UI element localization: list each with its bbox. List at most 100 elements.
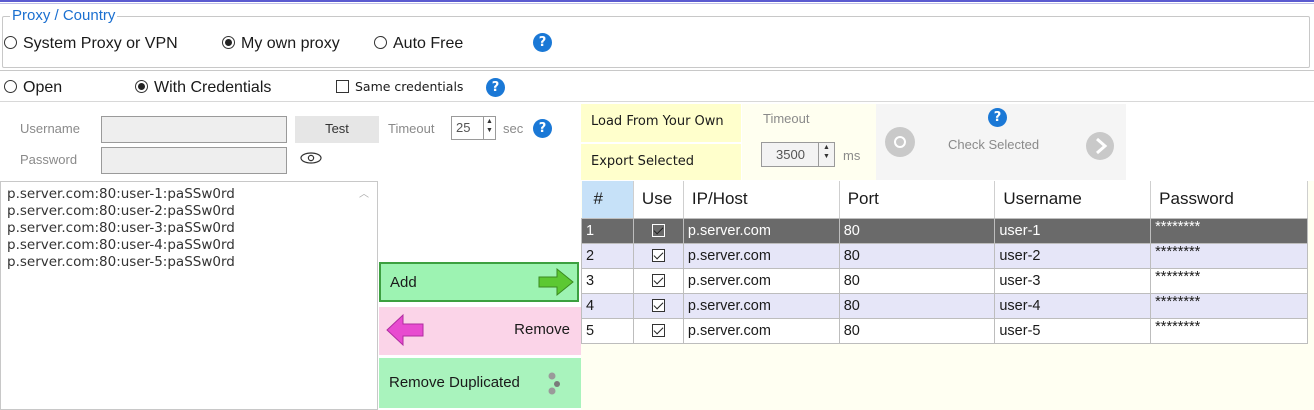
radio-open-label: Open	[23, 79, 63, 96]
use-checkbox[interactable]	[632, 242, 684, 269]
radio-my-own-proxy[interactable]: My own proxy	[222, 35, 340, 53]
proxy-list-textarea[interactable]: p.server.com:80:user-1:paSSw0rd p.server…	[0, 181, 378, 410]
help-icon[interactable]: ?	[533, 119, 552, 138]
spinner-arrows-icon[interactable]: ▲ ▼	[818, 143, 834, 166]
power-icon[interactable]	[885, 127, 915, 157]
column-header-password[interactable]: Password	[1150, 181, 1308, 219]
help-icon[interactable]: ?	[533, 33, 552, 52]
help-icon[interactable]: ?	[486, 78, 505, 97]
password-cell[interactable]: ********	[1150, 317, 1308, 344]
port-cell[interactable]: 80	[838, 317, 996, 344]
radio-auto-free[interactable]: Auto Free	[374, 35, 463, 53]
username-input[interactable]	[101, 116, 287, 143]
arrow-left-icon	[386, 313, 424, 347]
port-cell[interactable]: 80	[838, 267, 996, 294]
username-cell[interactable]: user-1	[994, 217, 1152, 244]
remove-button[interactable]: Remove	[379, 307, 581, 355]
radio-system-proxy[interactable]: System Proxy or VPN	[4, 35, 178, 53]
row-number: 5	[581, 317, 634, 344]
radio-auto-free-indicator[interactable]	[374, 36, 387, 49]
username-cell[interactable]: user-4	[994, 292, 1152, 319]
timeout-label: Timeout	[388, 121, 435, 136]
same-credentials-box[interactable]	[336, 80, 349, 93]
table-row[interactable]: 3 p.server.com 80 user-3 ********	[581, 267, 1308, 294]
help-icon[interactable]: ?	[988, 108, 1007, 127]
host-cell[interactable]: p.server.com	[682, 317, 840, 344]
port-cell[interactable]: 80	[838, 292, 996, 319]
proxy-list-line: p.server.com:80:user-5:paSSw0rd	[7, 254, 235, 270]
password-cell[interactable]: ********	[1150, 242, 1308, 269]
proxy-list-line: p.server.com:80:user-2:paSSw0rd	[7, 203, 235, 219]
export-label: Export Selected	[591, 154, 695, 169]
check-timeout-label: Timeout	[763, 111, 810, 126]
username-cell[interactable]: user-3	[994, 267, 1152, 294]
column-header-host[interactable]: IP/Host	[683, 181, 840, 219]
radio-my-own-proxy-label: My own proxy	[241, 35, 340, 52]
column-header-username[interactable]: Username	[994, 181, 1152, 219]
host-cell[interactable]: p.server.com	[682, 217, 840, 244]
column-header-use[interactable]: Use	[633, 181, 684, 219]
radio-system-proxy-indicator[interactable]	[4, 36, 17, 49]
arrow-right-icon	[538, 267, 574, 297]
password-cell[interactable]: ********	[1150, 217, 1308, 244]
radio-open[interactable]: Open	[4, 79, 62, 97]
check-timeout-value: 3500	[776, 147, 805, 162]
timeout-unit: sec	[503, 121, 524, 136]
use-checkbox[interactable]	[632, 267, 684, 294]
row-number: 4	[581, 292, 634, 319]
spinner-arrows-icon[interactable]: ▲ ▼	[483, 117, 495, 139]
load-from-own-button[interactable]: Load From Your Own	[581, 104, 741, 142]
column-header-number[interactable]: #	[581, 181, 634, 219]
remove-duplicated-button[interactable]: Remove Duplicated	[379, 358, 581, 408]
scroll-up-icon[interactable]: ︿	[359, 186, 369, 203]
radio-my-own-proxy-indicator[interactable]	[222, 36, 235, 49]
radio-with-credentials[interactable]: With Credentials	[135, 79, 271, 97]
timeout-value: 25	[456, 120, 471, 135]
host-cell[interactable]: p.server.com	[682, 292, 840, 319]
use-checkbox[interactable]	[632, 317, 684, 344]
divider	[0, 70, 1314, 71]
username-label: Username	[20, 121, 80, 136]
test-button[interactable]: Test	[295, 116, 379, 143]
row-number: 3	[581, 267, 634, 294]
password-cell[interactable]: ********	[1150, 267, 1308, 294]
radio-with-credentials-label: With Credentials	[154, 79, 272, 96]
remove-duplicated-label: Remove Duplicated	[389, 374, 520, 391]
port-cell[interactable]: 80	[838, 242, 996, 269]
add-label: Add	[390, 274, 417, 291]
column-header-port[interactable]: Port	[839, 181, 996, 219]
username-cell[interactable]: user-5	[994, 317, 1152, 344]
username-cell[interactable]: user-2	[994, 242, 1152, 269]
port-cell[interactable]: 80	[838, 217, 996, 244]
table-row[interactable]: 2 p.server.com 80 user-2 ********	[581, 242, 1308, 269]
eye-icon[interactable]	[299, 151, 323, 169]
row-number: 2	[581, 242, 634, 269]
host-cell[interactable]: p.server.com	[682, 267, 840, 294]
same-credentials-checkbox[interactable]: Same credentials	[336, 79, 463, 94]
same-credentials-label: Same credentials	[355, 79, 464, 94]
add-button[interactable]: Add	[379, 262, 579, 302]
load-label: Load From Your Own	[591, 114, 724, 129]
host-cell[interactable]: p.server.com	[682, 242, 840, 269]
table-row[interactable]: 4 p.server.com 80 user-4 ********	[581, 292, 1308, 319]
table-row[interactable]: 1 p.server.com 80 user-1 ********	[581, 217, 1308, 244]
radio-open-indicator[interactable]	[4, 80, 17, 93]
top-border-line	[0, 0, 1314, 4]
play-icon[interactable]	[1085, 131, 1115, 165]
divider	[0, 101, 1314, 102]
password-cell[interactable]: ********	[1150, 292, 1308, 319]
radio-auto-free-label: Auto Free	[393, 35, 464, 52]
proxy-list-line: p.server.com:80:user-1:paSSw0rd	[7, 186, 235, 202]
export-selected-button[interactable]: Export Selected	[581, 144, 741, 180]
proxy-list-line: p.server.com:80:user-4:paSSw0rd	[7, 237, 235, 253]
check-timeout-spinner[interactable]: 3500 ▲ ▼	[761, 142, 835, 167]
proxy-country-title: Proxy / Country	[10, 7, 118, 24]
use-checkbox[interactable]	[632, 217, 684, 244]
row-number: 1	[581, 217, 634, 244]
password-input[interactable]	[101, 147, 287, 174]
timeout-spinner[interactable]: 25 ▲ ▼	[451, 116, 496, 140]
use-checkbox[interactable]	[632, 292, 684, 319]
proxy-country-group	[2, 16, 1310, 68]
table-row[interactable]: 5 p.server.com 80 user-5 ********	[581, 317, 1308, 344]
radio-with-credentials-indicator[interactable]	[135, 80, 148, 93]
